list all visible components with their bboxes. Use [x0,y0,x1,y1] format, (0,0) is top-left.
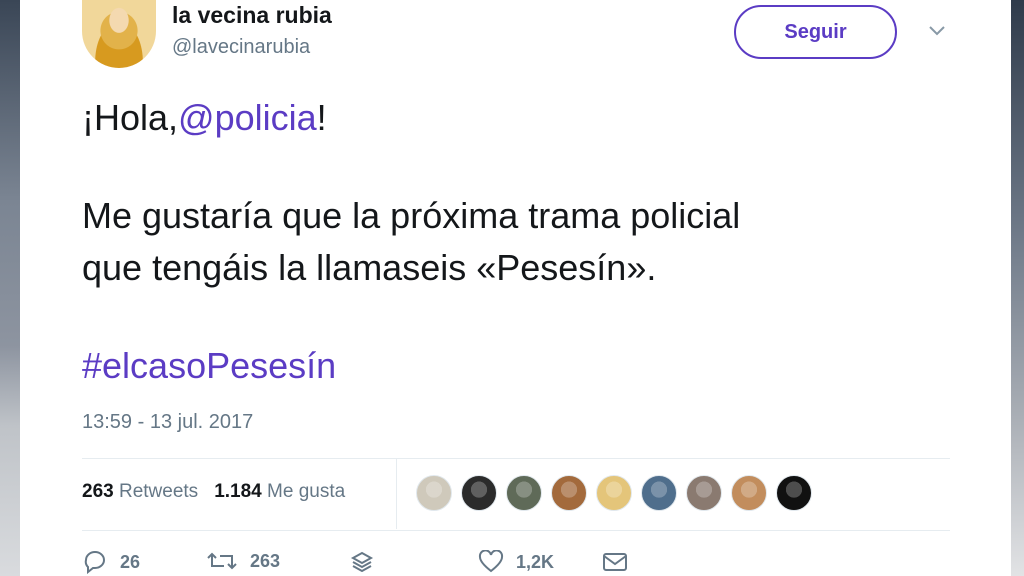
reply-button[interactable]: 26 [82,550,140,574]
liker-avatar[interactable] [641,475,677,511]
author-handle[interactable]: @lavecinarubia [172,36,310,59]
retweet-button[interactable]: 263 [206,550,280,572]
stack-icon [350,551,374,572]
liker-avatars [416,475,821,511]
retweets-stat[interactable]: 263 Retweets [82,481,198,502]
liker-avatar[interactable] [461,475,497,511]
stats-divider [396,459,397,529]
author-avatar[interactable] [82,0,156,68]
greeting-prefix: ¡Hola, [82,97,179,138]
greeting-suffix: ! [316,97,327,138]
liker-avatar[interactable] [776,475,812,511]
author-name[interactable]: la vecina rubia [172,2,332,29]
message-button[interactable] [602,550,640,572]
retweets-label: Retweets [118,481,199,502]
liker-avatar[interactable] [506,475,542,511]
liker-avatar[interactable] [731,475,767,511]
likes-stat[interactable]: 1.184 Me gusta [214,481,345,502]
likes-label: Me gusta [267,481,346,502]
chevron-down-icon[interactable] [926,20,948,42]
like-count: 1,2K [516,551,555,572]
follow-button[interactable]: Seguir [734,5,897,59]
divider-bottom [82,530,950,531]
heart-icon [478,550,504,573]
tweet-greeting: ¡Hola,@policia! [82,92,327,144]
retweet-icon [207,552,237,570]
stack-button[interactable] [350,550,386,572]
like-button[interactable]: 1,2K [478,550,554,574]
tweet-card: la vecina rubia @lavecinarubia Seguir ¡H… [20,0,1011,576]
liker-avatar[interactable] [686,475,722,511]
liker-avatar[interactable] [596,475,632,511]
reply-count: 26 [120,551,141,572]
tweet-body-line-1: Me gustaría que la próxima trama policia… [82,195,741,236]
envelope-icon [603,553,627,571]
tweet-body-line-2: que tengáis la llamaseis «Pesesín». [82,247,657,288]
reply-icon [84,551,105,574]
hashtag-link[interactable]: #elcasoPesesín [82,340,336,392]
liker-avatar[interactable] [551,475,587,511]
tweet-timestamp[interactable]: 13:59 - 13 jul. 2017 [82,411,253,434]
blurred-background-right [1010,0,1024,576]
likes-count: 1.184 [214,481,262,502]
liker-avatar[interactable] [416,475,452,511]
divider-top [82,458,950,459]
engagement-stats: 263 Retweets 1.184 Me gusta [82,481,345,503]
retweet-count: 263 [250,550,281,571]
mention-link[interactable]: @policia [178,97,317,138]
retweets-count: 263 [82,481,114,502]
